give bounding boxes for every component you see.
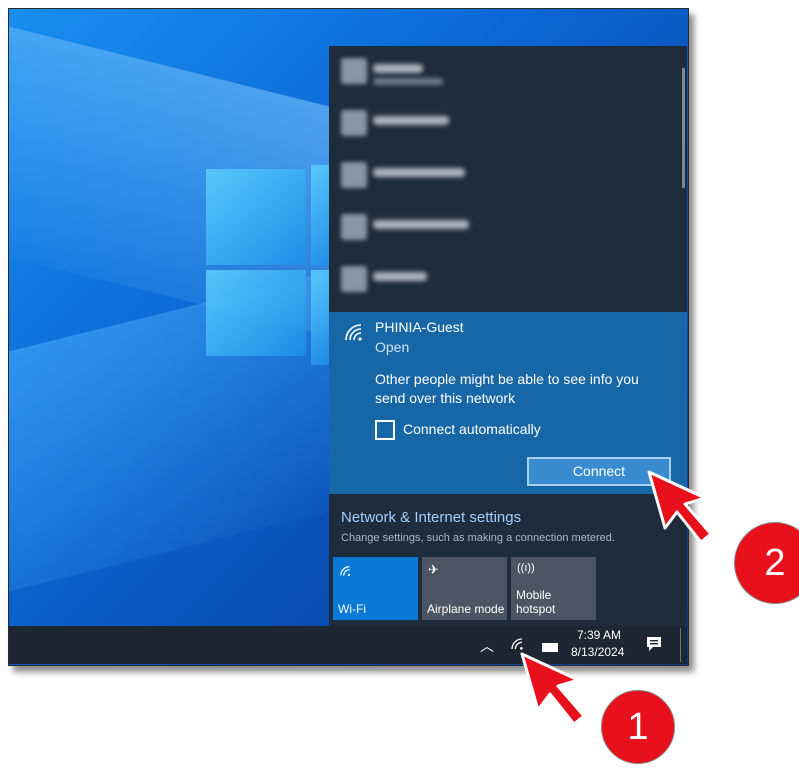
airplane-mode-tile[interactable]: ✈ Airplane mode xyxy=(422,557,507,620)
step-1-badge: 1 xyxy=(601,690,675,764)
network-item[interactable] xyxy=(329,98,687,150)
windows-logo-pane xyxy=(206,270,306,356)
network-list-scrollbar[interactable] xyxy=(682,68,685,188)
step-2-badge: 2 xyxy=(734,522,799,604)
wifi-signal-icon xyxy=(341,214,367,240)
checkbox-box[interactable] xyxy=(375,420,395,440)
taskbar-separator xyxy=(680,628,681,662)
wifi-signal-icon xyxy=(341,266,367,292)
selected-network-panel: PHINIA-Guest Open Other people might be … xyxy=(329,312,687,494)
tile-label: Wi-Fi xyxy=(338,602,366,616)
network-item[interactable] xyxy=(329,46,687,98)
wifi-signal-icon xyxy=(341,162,367,188)
hotspot-icon: ((ı)) xyxy=(517,562,535,574)
network-item[interactable] xyxy=(329,150,687,202)
wifi-tile[interactable]: Wi-Fi xyxy=(333,557,418,620)
wifi-signal-icon xyxy=(341,58,367,84)
network-name: PHINIA-Guest xyxy=(375,319,464,335)
network-settings-subtitle: Change settings, such as making a connec… xyxy=(341,532,615,544)
network-settings-section: Network & Internet settings Change setti… xyxy=(329,494,687,626)
action-center-icon[interactable] xyxy=(645,635,663,653)
cursor-arrow-icon xyxy=(647,470,713,544)
clock-time[interactable]: 7:39 AM xyxy=(577,628,621,642)
chevron-up-icon[interactable]: ︿ xyxy=(480,636,494,656)
network-name-blurred xyxy=(373,220,469,229)
tile-label: Airplane mode xyxy=(427,602,505,616)
windows-logo-pane xyxy=(311,270,331,365)
network-name-blurred xyxy=(373,64,423,73)
tile-label: Mobile hotspot xyxy=(516,588,556,616)
wifi-icon xyxy=(340,566,351,577)
network-settings-link[interactable]: Network & Internet settings xyxy=(341,509,521,526)
cursor-arrow-icon xyxy=(520,652,586,726)
checkbox-label[interactable]: Connect automatically xyxy=(403,421,541,437)
windows-logo-pane xyxy=(311,165,331,265)
wifi-signal-icon xyxy=(341,110,367,136)
security-warning: Other people might be able to see info y… xyxy=(375,371,639,406)
mobile-hotspot-tile[interactable]: ((ı)) Mobile hotspot xyxy=(511,557,596,620)
wifi-signal-icon xyxy=(345,324,362,341)
network-name-blurred xyxy=(373,272,427,281)
network-name-blurred xyxy=(373,168,465,177)
airplane-icon: ✈ xyxy=(428,562,439,577)
network-item[interactable] xyxy=(329,202,687,254)
network-item[interactable] xyxy=(329,254,687,306)
network-status-blurred xyxy=(373,78,443,85)
windows-logo-pane xyxy=(206,169,306,265)
network-name-blurred xyxy=(373,116,449,125)
network-status: Open xyxy=(375,339,410,355)
